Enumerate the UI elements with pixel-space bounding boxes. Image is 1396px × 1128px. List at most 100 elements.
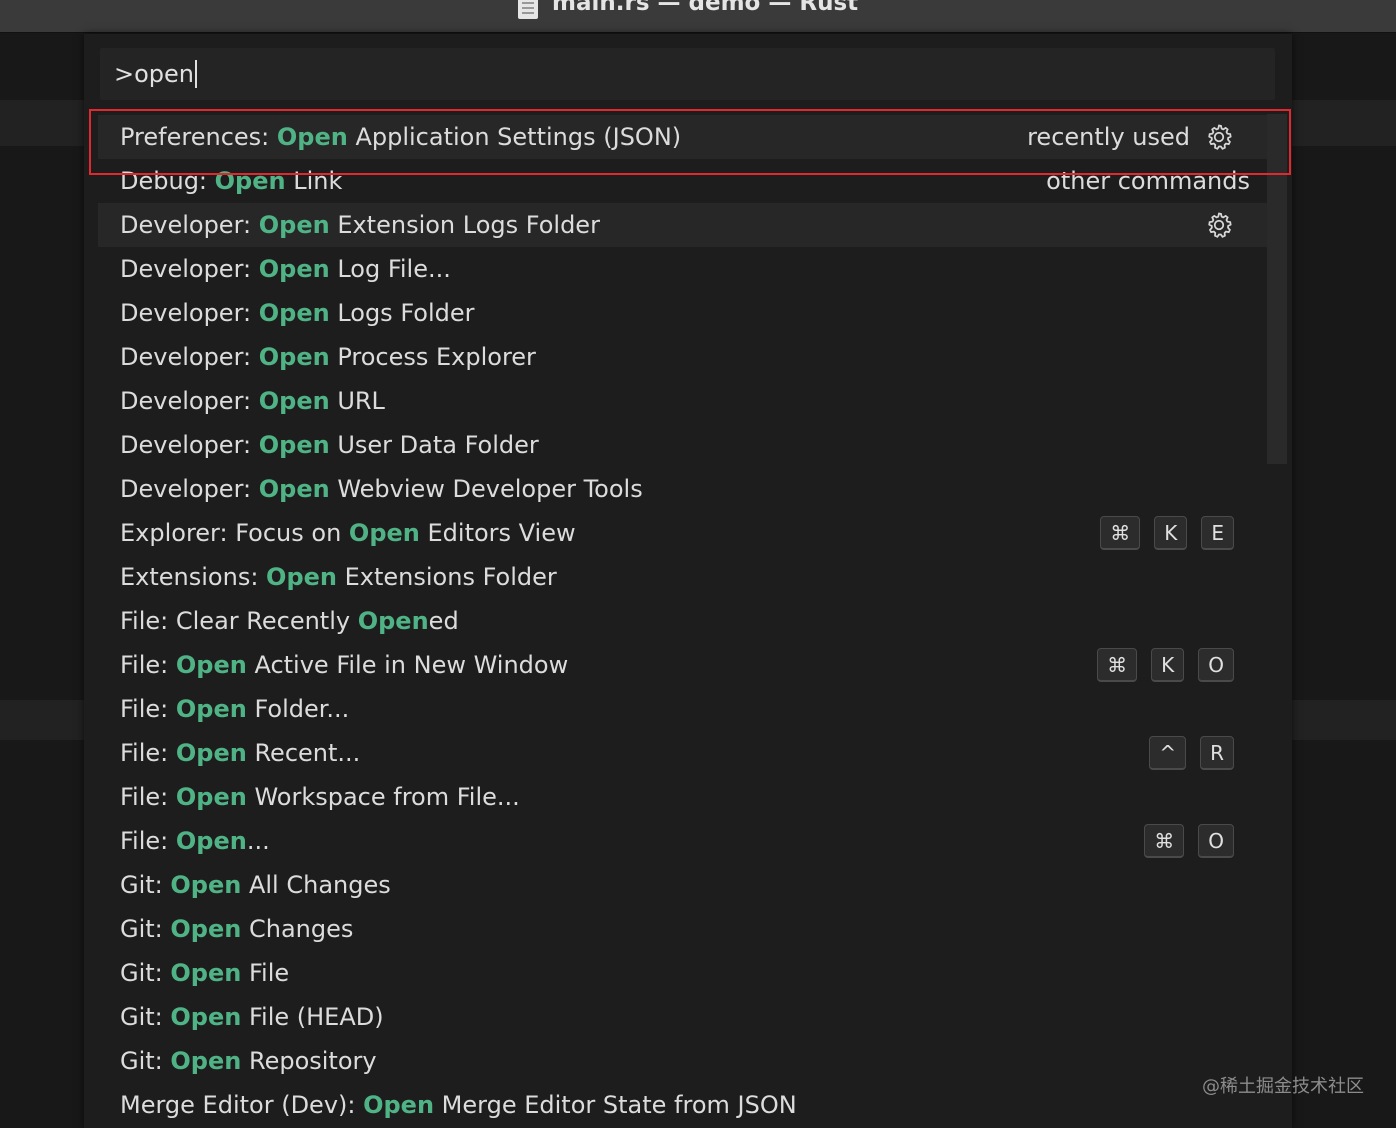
command-label-suffix: User Data Folder: [329, 431, 539, 459]
command-label-suffix: All Changes: [241, 871, 391, 899]
command-label-suffix: ed: [428, 607, 459, 635]
command-label: Developer: Open User Data Folder: [120, 431, 539, 459]
command-label-match: Open: [175, 695, 247, 723]
command-item[interactable]: Developer: Open Process Explorer: [98, 335, 1278, 379]
keybinding: ⌘ K O: [1097, 648, 1234, 682]
command-label: Developer: Open Webview Developer Tools: [120, 475, 643, 503]
command-label-suffix: Log File...: [329, 255, 451, 283]
keybinding-key: ^: [1149, 736, 1187, 770]
command-item[interactable]: Developer: Open Extension Logs Folder: [98, 203, 1278, 247]
command-item[interactable]: Git: Open Repository: [98, 1039, 1278, 1083]
command-item[interactable]: Debug: Open Link other commands: [98, 159, 1278, 203]
command-label-match: Open: [258, 343, 330, 371]
keybinding-key: ⌘: [1100, 516, 1141, 550]
command-label-match: Open: [170, 871, 242, 899]
window-title: main.rs — demo — Rust: [552, 0, 859, 16]
command-label-match: Open: [170, 915, 242, 943]
command-item[interactable]: File: Open Workspace from File...: [98, 775, 1278, 819]
command-item[interactable]: Merge Editor (Dev): Open Merge Editor St…: [98, 1083, 1278, 1127]
command-meta: ^ R: [1149, 736, 1234, 770]
command-item[interactable]: Developer: Open Webview Developer Tools: [98, 467, 1278, 511]
command-item[interactable]: Preferences: Open Application Settings (…: [98, 115, 1278, 159]
gear-icon[interactable]: [1204, 122, 1234, 152]
command-label: Merge Editor (Dev): Open Merge Editor St…: [120, 1091, 797, 1119]
command-group-label: recently used: [1027, 123, 1190, 151]
command-item[interactable]: File: Clear Recently Open ed: [98, 599, 1278, 643]
keybinding-key: K: [1151, 648, 1185, 682]
command-item[interactable]: File: Open Active File in New Window ⌘ K O: [98, 643, 1278, 687]
command-item[interactable]: Developer: Open URL: [98, 379, 1278, 423]
command-item[interactable]: File: Open Folder...: [98, 687, 1278, 731]
command-item[interactable]: Explorer: Focus on Open Editors View ⌘ K E: [98, 511, 1278, 555]
command-label-prefix: Extensions:: [120, 563, 267, 591]
command-label-match: Open: [357, 607, 429, 635]
command-item[interactable]: Git: Open All Changes: [98, 863, 1278, 907]
command-label: File: Open...: [120, 827, 270, 855]
command-label-suffix: File (HEAD): [241, 1003, 384, 1031]
command-label: File: Open Workspace from File...: [120, 783, 520, 811]
gear-icon[interactable]: [1204, 210, 1234, 240]
command-label-match: Open: [258, 387, 330, 415]
command-item[interactable]: File: Open... ⌘ O: [98, 819, 1278, 863]
command-meta: [1204, 210, 1234, 240]
command-label-match: Open: [258, 475, 330, 503]
command-label-prefix: Developer:: [120, 431, 259, 459]
command-item[interactable]: Developer: Open Logs Folder: [98, 291, 1278, 335]
command-label-match: Open: [175, 827, 247, 855]
command-label-prefix: File:: [120, 827, 176, 855]
command-label-prefix: File:: [120, 695, 176, 723]
command-item[interactable]: Extensions: Open Extensions Folder: [98, 555, 1278, 599]
command-item[interactable]: Developer: Open User Data Folder: [98, 423, 1278, 467]
command-label-suffix: Merge Editor State from JSON: [434, 1091, 797, 1119]
command-label-prefix: Developer:: [120, 299, 259, 327]
command-label-prefix: File:: [120, 651, 176, 679]
command-list: Preferences: Open Application Settings (…: [98, 115, 1278, 1127]
command-label-match: Open: [266, 563, 337, 591]
command-label-match: Open: [258, 431, 330, 459]
keybinding: ⌘ O: [1144, 824, 1234, 858]
keybinding-key: O: [1198, 648, 1234, 682]
command-label-suffix: URL: [329, 387, 385, 415]
keybinding-key: R: [1200, 736, 1234, 770]
command-label-prefix: Developer:: [120, 475, 259, 503]
text-caret: [195, 60, 198, 88]
command-label-prefix: Developer:: [120, 343, 259, 371]
command-label-match: Open: [258, 211, 330, 239]
command-label-match: Open: [170, 1047, 242, 1075]
command-label-prefix: Git:: [120, 1003, 171, 1031]
command-label: Git: Open All Changes: [120, 871, 391, 899]
keybinding-key: K: [1154, 516, 1188, 550]
command-label-prefix: Developer:: [120, 255, 259, 283]
command-group-label: other commands: [1046, 167, 1250, 195]
command-label-suffix: Application Settings (JSON): [347, 123, 682, 151]
command-label-suffix: Changes: [241, 915, 354, 943]
command-label: File: Open Recent...: [120, 739, 360, 767]
command-item[interactable]: Git: Open File (HEAD): [98, 995, 1278, 1039]
command-label-match: Open: [214, 167, 286, 195]
command-label-suffix: Link: [285, 167, 343, 195]
scrollbar-thumb[interactable]: [1267, 114, 1287, 464]
command-label-match: Open: [175, 651, 247, 679]
command-label-match: Open: [258, 299, 330, 327]
command-label-prefix: Preferences:: [120, 123, 277, 151]
command-item[interactable]: Developer: Open Log File...: [98, 247, 1278, 291]
command-label: Git: Open File: [120, 959, 289, 987]
command-label-match: Open: [175, 783, 247, 811]
command-meta: ⌘ K E: [1100, 516, 1234, 550]
command-item[interactable]: File: Open Recent... ^ R: [98, 731, 1278, 775]
command-label: File: Open Active File in New Window: [120, 651, 568, 679]
command-item[interactable]: Git: Open File: [98, 951, 1278, 995]
command-label: File: Clear Recently Open ed: [120, 607, 459, 635]
command-label: Developer: Open Log File...: [120, 255, 451, 283]
command-item[interactable]: Git: Open Changes: [98, 907, 1278, 951]
command-label: Debug: Open Link: [120, 167, 342, 195]
command-label-suffix: Logs Folder: [329, 299, 475, 327]
command-input-box[interactable]: >open: [100, 48, 1275, 100]
command-label: Git: Open File (HEAD): [120, 1003, 384, 1031]
command-label: Developer: Open Logs Folder: [120, 299, 474, 327]
command-input[interactable]: >open: [114, 60, 198, 88]
command-label-suffix: Editors View: [419, 519, 576, 547]
keybinding: ^ R: [1149, 736, 1234, 770]
keybinding-key: ⌘: [1144, 824, 1185, 858]
command-label-prefix: Debug:: [120, 167, 215, 195]
